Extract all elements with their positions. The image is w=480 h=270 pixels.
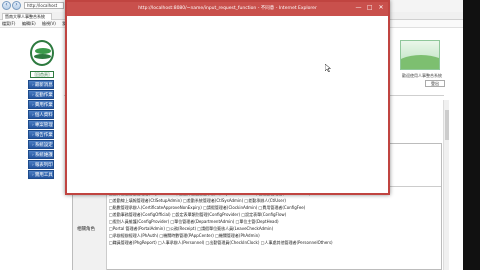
scrollbar-thumb[interactable] <box>445 110 449 140</box>
role-line[interactable]: □假別人員維護(ConfigProvider) □單位管理者(Departmen… <box>109 218 435 225</box>
sidebar-item-label: 報表列印 <box>34 163 53 168</box>
menu-item-file[interactable]: 檔案(F) <box>2 21 15 27</box>
popup-window: http://localhost:8080/~name/input_reques… <box>65 0 390 195</box>
sidebar-item-settings[interactable]: ›系統設定 <box>28 140 54 149</box>
sidebar-item-report[interactable]: ›報告作業 <box>28 130 54 139</box>
back-button[interactable]: ‹ <box>2 1 11 10</box>
menu-item-view[interactable]: 檢視(V) <box>42 21 56 27</box>
popup-title: http://localhost:8080/~name/input_reques… <box>67 2 388 16</box>
sidebar-item-label: 實用工具 <box>34 173 53 178</box>
forward-button[interactable]: › <box>12 1 21 10</box>
logo-swoosh <box>34 54 51 59</box>
window-controls: — □ ✕ <box>353 3 386 14</box>
sidebar-item-label: 個人資料 <box>34 113 53 118</box>
sidebar-item-label: 系統維護 <box>34 153 53 158</box>
arrow-icon: › <box>32 153 34 158</box>
arrow-icon: › <box>32 93 34 98</box>
role-line[interactable]: □差勤線上填報管理者(CtlSetupAdmin) □差勤系統管理者(CtlSy… <box>109 197 435 204</box>
back-arrow-icon: ‹ <box>5 1 8 8</box>
arrow-icon: › <box>32 123 34 128</box>
sidebar-item-attendance[interactable]: ›差勤作業 <box>28 90 54 99</box>
arrow-icon: › <box>32 163 34 168</box>
minimize-icon[interactable]: — <box>353 3 363 13</box>
sidebar-item-print[interactable]: ›報表列印 <box>28 160 54 169</box>
close-icon[interactable]: ✕ <box>376 3 386 13</box>
sidebar-item-profile[interactable]: ›個人資料 <box>28 110 54 119</box>
browser-tab[interactable]: 暨南大學人事整合系統 <box>2 13 52 20</box>
sidebar-item-label: 費用作業 <box>34 103 53 108</box>
mouse-cursor-icon <box>325 64 331 72</box>
row-label: 相關角色 <box>73 186 107 270</box>
vertical-scrollbar[interactable] <box>443 100 449 270</box>
sidebar-item-label: 差勤作業 <box>34 93 53 98</box>
arrow-icon: › <box>32 143 34 148</box>
role-line[interactable]: □Portal 管理者(PortalAdmin) □公務(Receipt) □請… <box>109 225 435 232</box>
arrow-icon: › <box>32 103 34 108</box>
arrow-icon: › <box>32 113 34 118</box>
desktop-background <box>463 0 480 270</box>
banner-image <box>400 40 440 70</box>
logout-button[interactable]: 登出 <box>425 80 445 87</box>
banner-caption: 歡迎使用人事整合系統 <box>402 73 442 78</box>
sidebar-item-label: 最新消息 <box>34 83 53 88</box>
sidebar-item-project[interactable]: ›專案管理 <box>28 120 54 129</box>
sidebar-item-label: 報告作業 <box>34 133 53 138</box>
sidebar-item-expense[interactable]: ›費用作業 <box>28 100 54 109</box>
forward-arrow-icon: › <box>15 1 18 8</box>
arrow-icon: › <box>32 83 34 88</box>
screen: ‹ › http://localhost 暨南大學人事整合系統 檔案(F) 編輯… <box>0 0 480 270</box>
menu-item-edit[interactable]: 編輯(E) <box>22 21 36 27</box>
arrow-icon: › <box>32 133 34 138</box>
sidebar-item-label: 系統設定 <box>34 143 53 148</box>
role-options: □工作區值日生管理者(ReportAdmin) □工作區值日生承辦人(Repor… <box>109 190 435 246</box>
sidebar-item-maintenance[interactable]: ›系統維護 <box>28 150 54 159</box>
home-link[interactable]: [回首頁] <box>30 71 54 78</box>
site-logo[interactable] <box>30 40 54 66</box>
sidebar-item-tools[interactable]: ›實用工具 <box>28 170 54 179</box>
popup-body <box>67 16 388 193</box>
sidebar-item-label: 專案管理 <box>34 123 53 128</box>
role-line[interactable]: □承辦經辦經理人(PhAuth) □機關時數管理(PAppCenter) □機關… <box>109 232 435 239</box>
banner-hill <box>401 55 439 69</box>
role-line[interactable]: □點數管理承辦人(CertificateApproveNonExpiry) □請… <box>109 204 435 211</box>
role-line[interactable]: □職員管理者(PhgReport) □人事承辦人(Personnel) □出勤管… <box>109 239 435 246</box>
sidebar: ›最新消息 ›差勤作業 ›費用作業 ›個人資料 ›專案管理 ›報告作業 ›系統設… <box>28 80 54 180</box>
address-bar[interactable]: http://localhost <box>24 2 64 9</box>
arrow-icon: › <box>32 173 34 178</box>
maximize-icon[interactable]: □ <box>365 3 375 13</box>
browser-window: ‹ › http://localhost 暨南大學人事整合系統 檔案(F) 編輯… <box>0 0 463 270</box>
sidebar-item-news[interactable]: ›最新消息 <box>28 80 54 89</box>
role-line[interactable]: □差勤事務管理者(ConfigOfficial) □設定表單類別管理(Confi… <box>109 211 435 218</box>
